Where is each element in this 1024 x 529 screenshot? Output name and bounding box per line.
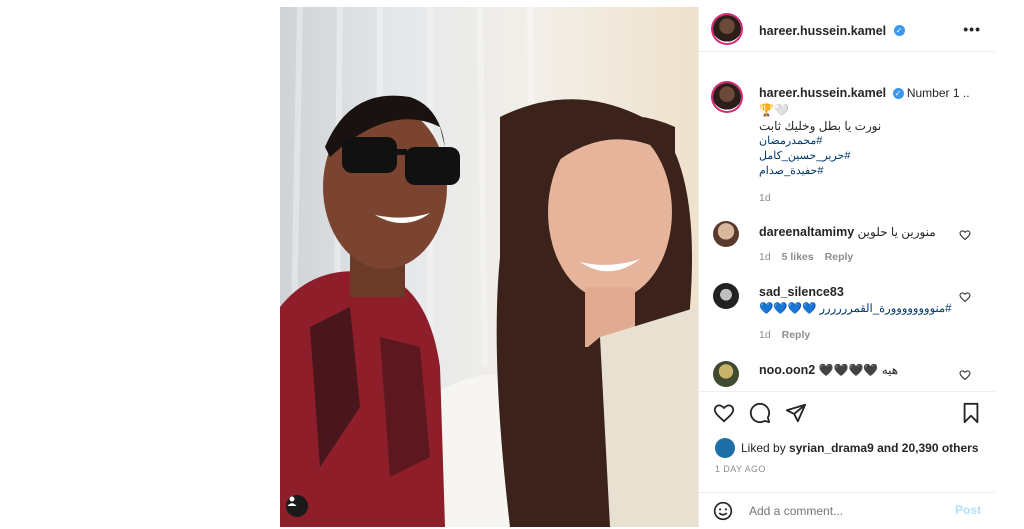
- like-heart-icon[interactable]: [713, 402, 735, 424]
- comment-meta: 1d 5 likes Reply: [759, 251, 936, 263]
- caption-line-1: نورت يا بطل وخليك ثابت: [759, 119, 882, 134]
- author-username[interactable]: hareer.hussein.kamel: [759, 24, 886, 38]
- likes-summary: Liked by syrian_drama9 and 20,390 others: [715, 438, 979, 458]
- post-sidebar: hareer.hussein.kamel ✓ ••• hareer.hussei…: [698, 7, 995, 527]
- comment-text[interactable]: #منوووووووورة_القمرررررر 💙💙💙💙: [759, 301, 952, 315]
- reply-button[interactable]: Reply: [782, 329, 811, 341]
- commenter-avatar[interactable]: [713, 283, 739, 309]
- share-paper-plane-icon[interactable]: [785, 402, 807, 424]
- caption-avatar[interactable]: [713, 83, 741, 111]
- commenter-username[interactable]: noo.oon2: [759, 363, 815, 377]
- comment-time[interactable]: 1d: [759, 251, 771, 263]
- like-comment-heart-icon[interactable]: [959, 369, 971, 381]
- instagram-post: hareer.hussein.kamel ✓ ••• hareer.hussei…: [280, 7, 995, 527]
- author-avatar[interactable]: [713, 15, 741, 43]
- comment-likes[interactable]: 5 likes: [782, 251, 814, 263]
- caption-lead: Number 1 ..: [906, 86, 970, 100]
- reply-button[interactable]: Reply: [825, 251, 854, 263]
- liked-by-prefix: Liked by: [741, 441, 786, 455]
- liker-avatar[interactable]: [715, 438, 735, 458]
- comment-text: منورين يا حلوين: [857, 225, 936, 239]
- post-time[interactable]: 1 DAY AGO: [715, 464, 766, 474]
- commenter-username[interactable]: sad_silence83: [759, 285, 952, 299]
- like-comment-heart-icon[interactable]: [959, 229, 971, 241]
- hashtag-link[interactable]: #محمدرمضان: [759, 134, 970, 149]
- like-comment-heart-icon[interactable]: [959, 291, 971, 303]
- likes-count[interactable]: and 20,390 others: [877, 441, 978, 455]
- comment-bubble-icon[interactable]: [749, 402, 771, 424]
- commenter-avatar[interactable]: [713, 221, 739, 247]
- comment-meta: 1d Reply: [759, 329, 952, 341]
- verified-icon: ✓: [892, 88, 904, 100]
- comment-body: noo.oon2 هيه 🖤🖤🖤🖤: [759, 363, 898, 377]
- caption-username[interactable]: hareer.hussein.kamel: [759, 86, 886, 100]
- save-bookmark-icon[interactable]: [961, 402, 981, 424]
- tag-user-button[interactable]: [286, 495, 308, 517]
- caption-time[interactable]: 1d: [759, 191, 970, 205]
- photo-illustration: [280, 7, 698, 527]
- verified-icon: ✓: [893, 25, 905, 37]
- user-icon: [287, 496, 297, 506]
- commenter-avatar[interactable]: [713, 361, 739, 387]
- liked-by-user[interactable]: syrian_drama9: [789, 441, 874, 455]
- hashtag-link[interactable]: #حرير_حسين_كامل: [759, 149, 970, 164]
- add-comment-bar: Post: [699, 492, 995, 529]
- caption-text: hareer.hussein.kamel ✓ Number 1 .. 🏆🤍 نو…: [759, 85, 970, 205]
- comment-text: هيه 🖤🖤🖤🖤: [818, 363, 899, 377]
- emoji-icon[interactable]: [713, 501, 733, 521]
- comment-body: sad_silence83 #منوووووووورة_القمرررررر 💙…: [759, 285, 952, 341]
- caption-emoji-line: 🏆🤍: [759, 102, 789, 117]
- author-name-row: hareer.hussein.kamel ✓: [759, 22, 905, 40]
- post-header: hareer.hussein.kamel ✓ •••: [699, 7, 995, 52]
- post-actions: Liked by syrian_drama9 and 20,390 others…: [699, 391, 995, 528]
- comment-body: dareenaltamimy منورين يا حلوين 1d 5 like…: [759, 225, 936, 263]
- post-photo[interactable]: [280, 7, 698, 527]
- add-comment-input[interactable]: [747, 503, 931, 519]
- hashtag-link[interactable]: #حفيدة_صدام: [759, 164, 970, 179]
- more-options-icon[interactable]: •••: [963, 21, 981, 37]
- comment-time[interactable]: 1d: [759, 329, 771, 341]
- commenter-username[interactable]: dareenaltamimy: [759, 225, 854, 239]
- post-comment-button[interactable]: Post: [955, 503, 981, 517]
